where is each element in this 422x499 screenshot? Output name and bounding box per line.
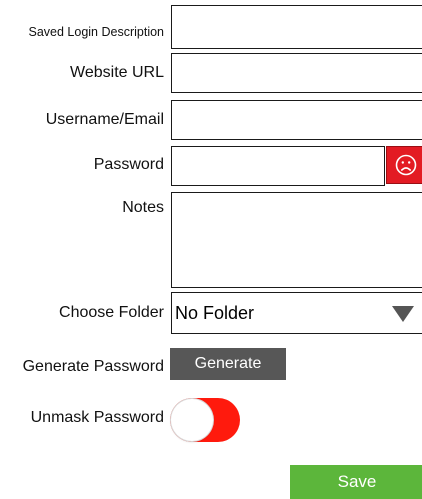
description-input[interactable] xyxy=(172,6,422,48)
username-label: Username/Email xyxy=(45,111,164,128)
password-strength-button[interactable] xyxy=(386,146,422,184)
website-url-input[interactable] xyxy=(172,54,422,92)
website-url-label: Website URL xyxy=(70,64,164,81)
description-field-wrap xyxy=(171,5,422,49)
sad-face-icon xyxy=(395,154,417,176)
toggle-knob xyxy=(171,399,213,441)
username-input[interactable] xyxy=(172,101,422,139)
generate-password-label: Generate Password xyxy=(22,358,164,375)
unmask-password-toggle[interactable] xyxy=(170,398,240,442)
choose-folder-label: Choose Folder xyxy=(59,304,164,321)
password-input[interactable] xyxy=(172,147,384,185)
folder-select-value: No Folder xyxy=(175,302,255,323)
generate-button[interactable]: Generate xyxy=(170,348,286,380)
notes-label: Notes xyxy=(122,199,164,216)
website-url-field-wrap xyxy=(171,53,422,93)
password-label: Password xyxy=(93,156,164,173)
folder-select[interactable]: No Folder xyxy=(171,292,422,334)
description-label: Saved Login Description xyxy=(28,25,165,39)
triangle-down-icon xyxy=(392,306,414,322)
notes-textarea[interactable] xyxy=(172,193,422,287)
save-button[interactable]: Save xyxy=(290,465,422,499)
notes-field-wrap xyxy=(171,192,422,288)
username-field-wrap xyxy=(171,100,422,140)
password-field-wrap xyxy=(171,146,385,186)
unmask-password-label: Unmask Password xyxy=(30,409,164,426)
